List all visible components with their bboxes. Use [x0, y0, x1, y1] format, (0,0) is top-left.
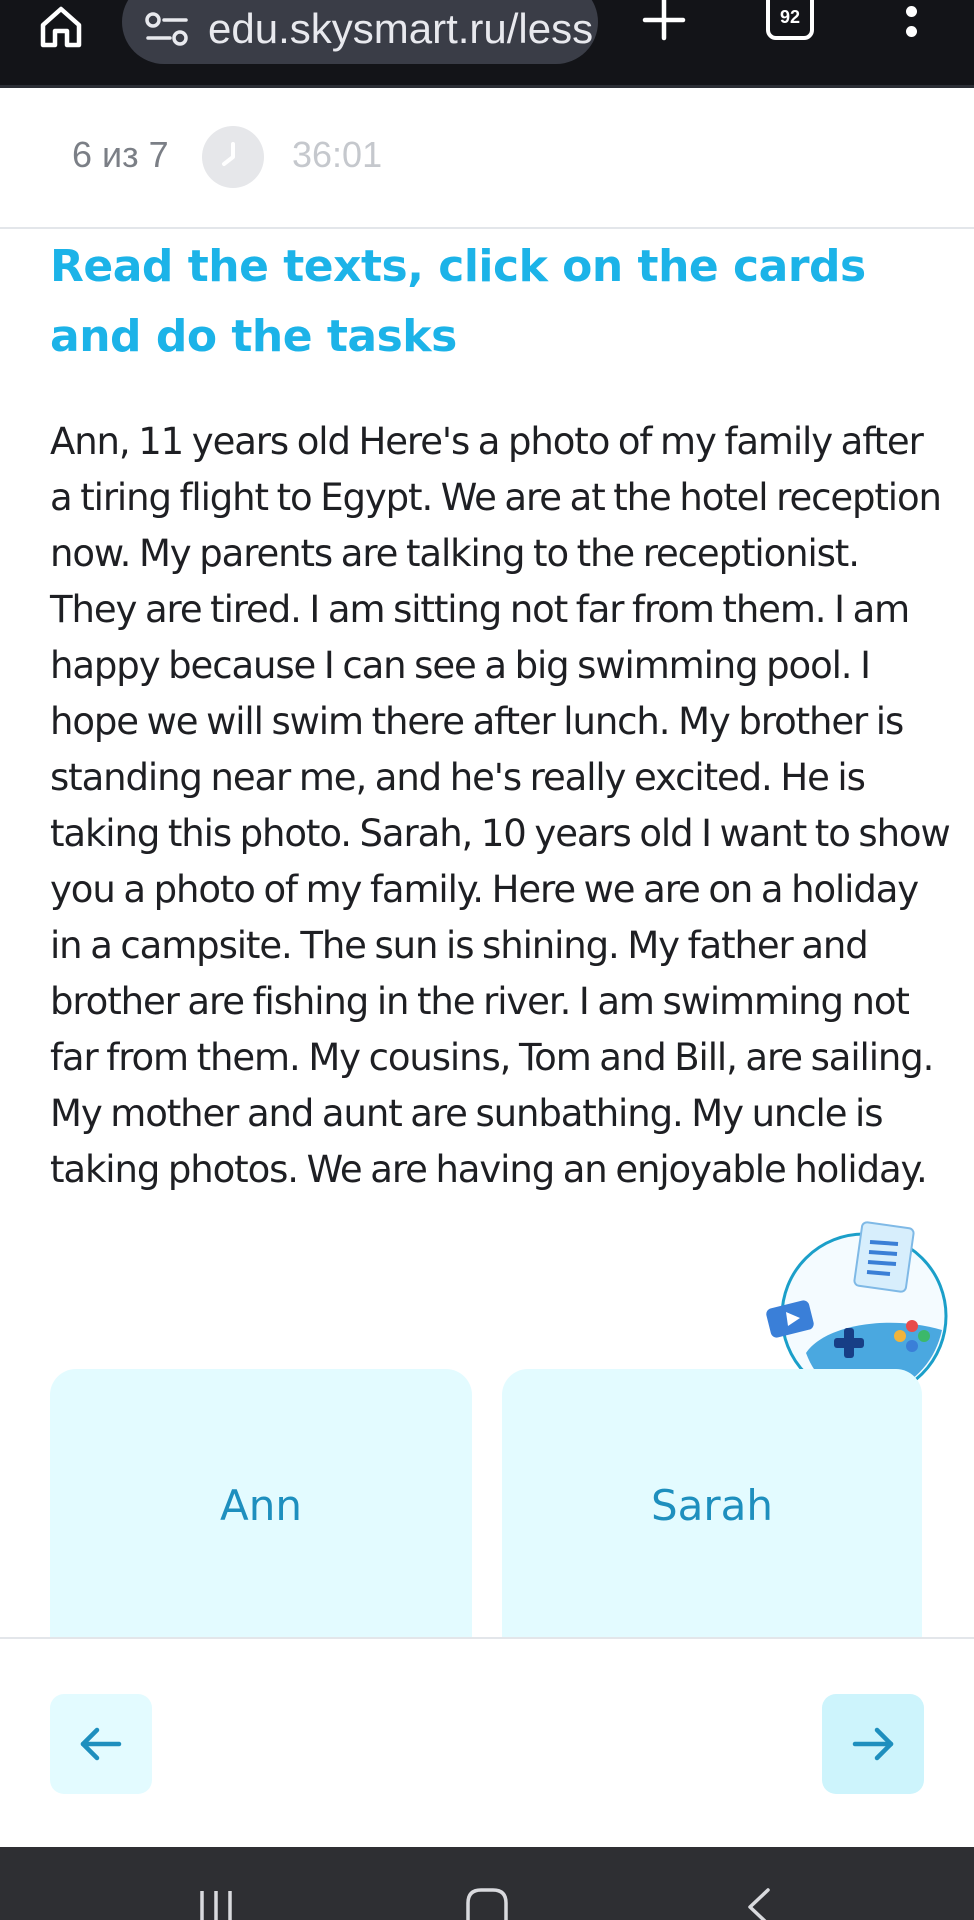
card-ann[interactable]: Ann — [50, 1369, 472, 1639]
url-text: edu.skysmart.ru/less — [208, 5, 594, 52]
timer: 36:01 — [292, 134, 383, 175]
task-title: Read the texts, click on the cards and d… — [50, 241, 866, 362]
arrow-left-icon — [80, 1727, 122, 1761]
next-button[interactable] — [822, 1694, 924, 1794]
tab-switcher-icon[interactable]: 92 — [766, 0, 814, 40]
task-counter: 6 из 7 — [72, 134, 169, 175]
arrow-right-icon — [852, 1727, 894, 1761]
previous-button[interactable] — [50, 1694, 152, 1794]
home-icon — [40, 6, 82, 48]
more-vert-icon[interactable] — [896, 0, 928, 40]
recent-apps-icon[interactable] — [196, 1887, 236, 1920]
plus-icon — [642, 0, 686, 41]
system-navigation-bar — [0, 1847, 974, 1920]
card-label: Sarah — [650, 1480, 774, 1530]
home-button[interactable] — [30, 0, 92, 52]
tune-icon[interactable] — [144, 9, 190, 49]
bottom-navigation — [0, 1637, 974, 1847]
story-text: Ann, 11 years old Here's a photo of my f… — [50, 420, 951, 1191]
tab-count: 92 — [779, 6, 801, 27]
menu-dot — [906, 26, 917, 37]
address-bar[interactable]: edu.skysmart.ru/less — [122, 0, 598, 64]
card-sarah[interactable]: Sarah — [502, 1369, 922, 1639]
card-label: Ann — [220, 1480, 302, 1530]
menu-dot — [906, 6, 917, 17]
clock-icon — [202, 126, 264, 188]
progress-header: 6 из 7 36:01 — [0, 88, 974, 229]
browser-toolbar: edu.skysmart.ru/less 92 — [0, 0, 974, 88]
home-nav-icon[interactable] — [465, 1887, 509, 1920]
new-tab-button[interactable] — [636, 0, 692, 41]
back-nav-icon[interactable] — [744, 1887, 774, 1920]
